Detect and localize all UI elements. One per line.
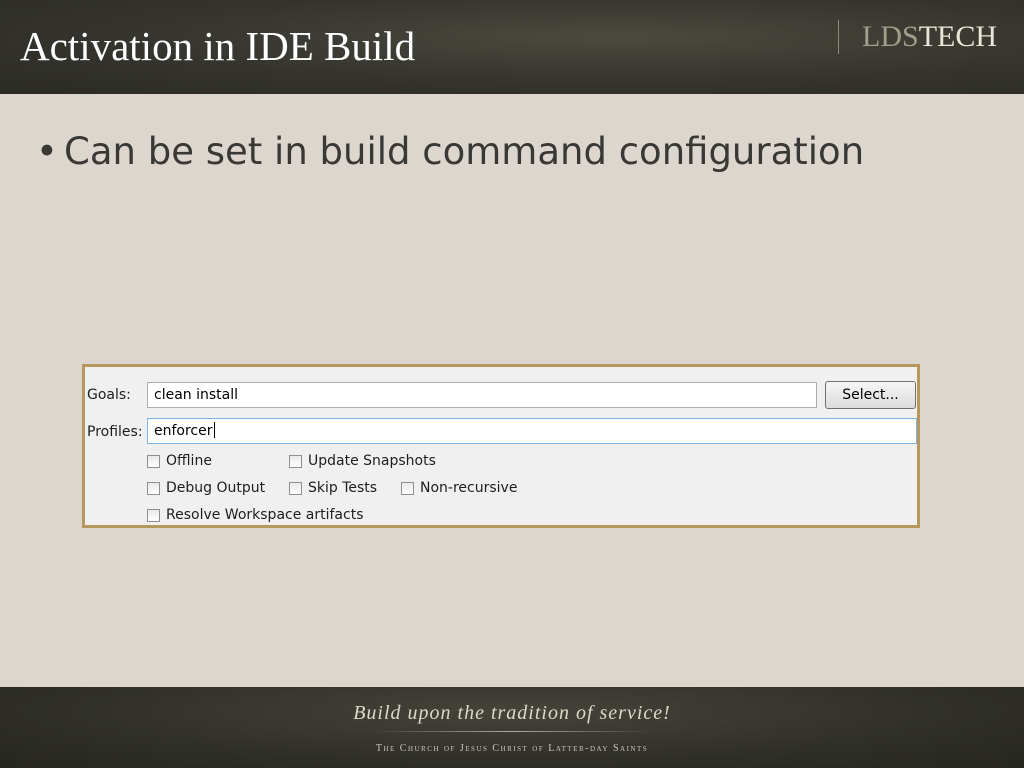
update-snapshots-checkbox[interactable]: Update Snapshots bbox=[289, 453, 436, 469]
logo-tech: TECH bbox=[918, 20, 998, 53]
non-recursive-checkbox-box[interactable] bbox=[401, 481, 414, 495]
debug-output-checkbox[interactable]: Debug Output bbox=[147, 480, 265, 496]
resolve-workspace-checkbox[interactable]: Resolve Workspace artifacts bbox=[147, 507, 363, 523]
logo-divider bbox=[838, 20, 839, 54]
profiles-label: Profiles: bbox=[87, 424, 143, 440]
skip-tests-label: Skip Tests bbox=[308, 480, 378, 496]
logo-lds: LDS bbox=[862, 20, 919, 53]
non-recursive-checkbox[interactable]: Non-recursive bbox=[401, 480, 517, 496]
resolve-workspace-label: Resolve Workspace artifacts bbox=[166, 507, 364, 523]
slide-footer: Build upon the tradition of service! The… bbox=[0, 687, 1024, 768]
goals-input[interactable]: clean install bbox=[147, 382, 817, 408]
bullet-text: Can be set in build command configuratio… bbox=[64, 130, 865, 173]
debug-output-checkbox-box[interactable] bbox=[147, 481, 160, 495]
offline-checkbox[interactable]: Offline bbox=[147, 453, 212, 469]
profiles-input-value: enforcer bbox=[154, 423, 213, 439]
offline-label: Offline bbox=[166, 453, 212, 469]
text-caret bbox=[213, 422, 215, 438]
offline-checkbox-box[interactable] bbox=[147, 454, 160, 468]
bullet-dot-icon: • bbox=[36, 130, 58, 173]
footer-church-name: The Church of Jesus Christ of Latter-day… bbox=[375, 743, 649, 754]
slide-title: Activation in IDE Build bbox=[20, 23, 416, 69]
slide-header: Activation in IDE Build LDSTECH bbox=[0, 0, 1024, 94]
select-button[interactable]: Select... bbox=[825, 381, 916, 409]
non-recursive-label: Non-recursive bbox=[420, 480, 518, 496]
skip-tests-checkbox[interactable]: Skip Tests bbox=[289, 480, 377, 496]
goals-label: Goals: bbox=[87, 387, 131, 403]
update-snapshots-checkbox-box[interactable] bbox=[289, 454, 302, 468]
bullet-point: • Can be set in build command configurati… bbox=[36, 130, 864, 173]
skip-tests-checkbox-box[interactable] bbox=[289, 481, 302, 495]
resolve-workspace-checkbox-box[interactable] bbox=[147, 508, 160, 522]
profiles-input[interactable]: enforcer bbox=[147, 418, 917, 444]
footer-ornament bbox=[370, 731, 654, 732]
build-config-panel: Goals: clean install Select... Profiles:… bbox=[82, 364, 920, 528]
footer-tagline: Build upon the tradition of service! bbox=[353, 702, 671, 724]
lds-tech-logo: LDSTECH bbox=[862, 20, 997, 54]
debug-output-label: Debug Output bbox=[166, 480, 266, 496]
update-snapshots-label: Update Snapshots bbox=[308, 453, 436, 469]
